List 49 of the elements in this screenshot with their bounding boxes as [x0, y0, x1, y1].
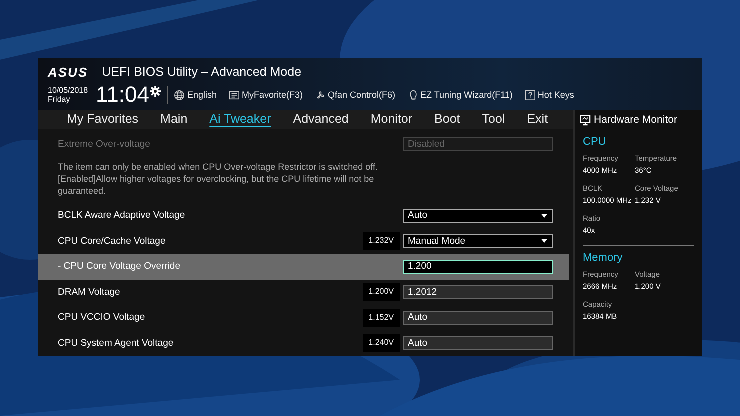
monitor-icon [580, 114, 591, 126]
toolbar-button[interactable]: MyFavorite(F3) [229, 90, 304, 100]
highlighted-row[interactable]: - CPU Core Voltage Override 1.200 [38, 254, 569, 280]
toolbar-button[interactable]: Hot Keys [524, 90, 574, 100]
date-text: 10/05/2018 [48, 86, 88, 95]
input-field[interactable]: Auto [403, 336, 553, 350]
help-icon [524, 90, 536, 100]
menu-tab[interactable]: Main [152, 112, 197, 126]
caret-icon [541, 239, 548, 244]
menu-tab[interactable]: Advanced [284, 112, 358, 126]
caret-icon [541, 214, 548, 218]
toolbar-button[interactable]: Qfan Control(F6) [315, 90, 396, 100]
setting-label: CPU VCCIO Voltage [58, 312, 146, 324]
setting-label: DRAM Voltage [58, 286, 122, 298]
dropdown[interactable]: Auto [403, 208, 553, 223]
voltage-reading: 1.152V [362, 308, 400, 327]
globe-icon [174, 90, 186, 100]
voltage-reading: 1.200V [362, 283, 400, 302]
menu-tab[interactable]: Monitor [362, 112, 422, 126]
menu-tab[interactable]: Ai Tweaker [200, 112, 280, 126]
settings-icon[interactable] [150, 86, 162, 97]
menu-tab[interactable]: Boot [426, 112, 470, 126]
toolbar-button[interactable]: EZ Tuning Wizard(F11) [408, 90, 513, 100]
clock-time: 11:04 [96, 82, 150, 108]
input-field[interactable]: 1.2012 [403, 285, 553, 300]
lightbulb-icon [408, 90, 419, 100]
menu-tab[interactable]: Tool [473, 112, 514, 126]
input-field[interactable]: 1.200 [403, 260, 553, 274]
fan-icon [315, 90, 326, 100]
setting-label: - CPU Core Voltage Override [58, 261, 182, 272]
input-field[interactable]: Auto [403, 310, 553, 325]
section-heading: CPU [583, 136, 608, 148]
help-text: The item can only be enabled when CPU Over-voltage Restrictor is switched off. [Enabled]Allow higher voltages for overclocking, but the CPU lifetime will not be guaranteed. [58, 161, 379, 197]
dropdown[interactable]: Manual Mode [403, 234, 553, 248]
voltage-reading: 1.240V [362, 334, 400, 352]
menu-tab[interactable]: My Favorites [58, 112, 148, 126]
toolbar-button[interactable]: English [174, 90, 217, 100]
card-icon [229, 90, 240, 100]
setting-label: CPU System Agent Voltage [58, 338, 175, 349]
menu-tab[interactable]: Exit [518, 112, 558, 126]
day-text: Friday [48, 95, 72, 104]
setting-label: BCLK Aware Adaptive Voltage [58, 210, 186, 222]
brand-logo: ASUS [48, 64, 88, 80]
setting-label: Extreme Over-voltage [58, 138, 152, 150]
section-heading: Memory [583, 252, 624, 264]
window-title: UEFI BIOS Utility – Advanced Mode [102, 65, 302, 79]
panel-title: Hardware Monitor [594, 114, 678, 126]
setting-label: CPU Core/Cache Voltage [58, 236, 167, 247]
voltage-reading: 1.232V [362, 232, 400, 250]
